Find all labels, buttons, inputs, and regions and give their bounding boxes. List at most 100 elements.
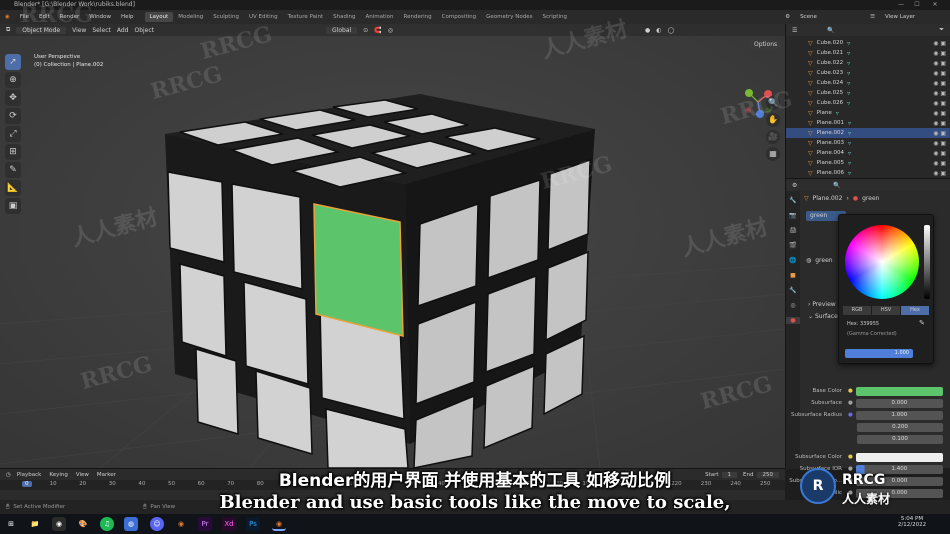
folder-icon[interactable]: 📁: [28, 517, 42, 531]
outliner-item[interactable]: ▽ Cube.021 ▿ ◉ ▣: [786, 48, 950, 58]
scale-tool-icon[interactable]: ⤢: [5, 126, 21, 142]
visibility-eye-icon[interactable]: ◉ ▣: [933, 40, 946, 47]
subsurface-radius-y-field[interactable]: 0.200: [857, 422, 943, 432]
outliner-item[interactable]: ▽ Cube.025 ▿ ◉ ▣: [786, 88, 950, 98]
outliner-item[interactable]: ▽ Plane ▿ ◉ ▣: [786, 108, 950, 118]
outliner-search-icon[interactable]: 🔍: [827, 27, 834, 34]
visibility-eye-icon[interactable]: ◉ ▣: [933, 160, 946, 167]
blender-logo-icon[interactable]: ◉: [0, 14, 15, 20]
outliner-item[interactable]: ▽ Cube.024 ▿ ◉ ▣: [786, 78, 950, 88]
outliner-item[interactable]: ▽ Cube.020 ▿ ◉ ▣: [786, 38, 950, 48]
snap-icon[interactable]: 🧲: [374, 27, 381, 34]
value-slider[interactable]: [924, 225, 930, 299]
physics-tab-icon[interactable]: ◎: [786, 302, 800, 309]
windows-start-icon[interactable]: ⊞: [4, 517, 18, 531]
outliner-item[interactable]: ▽ Plane.004 ▿ ◉ ▣: [786, 148, 950, 158]
chrome-icon[interactable]: ◉: [52, 517, 66, 531]
color-wheel[interactable]: [845, 225, 919, 299]
rotate-tool-icon[interactable]: ⟳: [5, 108, 21, 124]
xd-icon[interactable]: Xd: [222, 517, 236, 531]
visibility-eye-icon[interactable]: ◉ ▣: [933, 150, 946, 157]
subsurface-radius-x-field[interactable]: 1.000: [855, 410, 943, 420]
outliner-item[interactable]: ▽ Plane.003 ▿ ◉ ▣: [786, 138, 950, 148]
paint-icon[interactable]: 🎨: [76, 517, 90, 531]
outliner-item[interactable]: ▽ Plane.001 ▿ ◉ ▣: [786, 118, 950, 128]
material-browse-icon[interactable]: ◍: [806, 257, 811, 264]
visibility-eye-icon[interactable]: ◉ ▣: [933, 170, 946, 177]
move-tool-icon[interactable]: ✥: [5, 90, 21, 106]
options-dropdown[interactable]: Options: [750, 40, 782, 49]
visibility-eye-icon[interactable]: ◉ ▣: [933, 90, 946, 97]
outliner-item-selected[interactable]: ▽ Plane.002 ▿ ◉ ▣: [786, 128, 950, 138]
visibility-eye-icon[interactable]: ◉ ▣: [933, 140, 946, 147]
object-tab-icon[interactable]: ■: [786, 272, 800, 279]
viewlayer-icon[interactable]: ☰: [865, 14, 880, 20]
output-tab-icon[interactable]: 🖨: [786, 227, 800, 234]
subsurface-color-swatch[interactable]: [855, 452, 943, 462]
camera-view-icon[interactable]: 🎥: [766, 130, 780, 144]
menu-help[interactable]: Help: [116, 14, 139, 20]
object-menu[interactable]: Object: [134, 27, 154, 34]
tab-layout[interactable]: Layout: [144, 12, 174, 22]
tab-rendering[interactable]: Rendering: [399, 12, 437, 22]
green-sticker-selected[interactable]: [313, 203, 404, 337]
rgb-tab[interactable]: RGB: [843, 306, 871, 315]
tab-modeling[interactable]: Modeling: [173, 12, 208, 22]
eyedropper-icon[interactable]: ✎: [919, 319, 925, 327]
tool-tab-icon[interactable]: 🔧: [786, 197, 800, 204]
shading-material-icon[interactable]: ◐: [656, 27, 661, 34]
perspective-toggle-icon[interactable]: ▦: [766, 147, 780, 161]
material-tab-icon[interactable]: ●: [786, 317, 800, 324]
browser-icon[interactable]: ◍: [124, 517, 138, 531]
outliner-item[interactable]: ▽ Plane.005 ▿ ◉ ▣: [786, 158, 950, 168]
spotify-icon[interactable]: ♫: [100, 517, 114, 531]
outliner-item[interactable]: ▽ Cube.026 ▿ ◉ ▣: [786, 98, 950, 108]
pivot-icon[interactable]: ⊙: [363, 27, 368, 34]
outliner-editor-icon[interactable]: ☰: [792, 27, 797, 34]
visibility-eye-icon[interactable]: ◉ ▣: [933, 130, 946, 137]
blender-icon[interactable]: ◉: [174, 517, 188, 531]
outliner-item[interactable]: ▽ Cube.022 ▿ ◉ ▣: [786, 58, 950, 68]
hex-tab[interactable]: Hex: [901, 306, 929, 315]
outliner-filter-icon[interactable]: ⏷: [939, 26, 944, 34]
visibility-eye-icon[interactable]: ◉ ▣: [933, 110, 946, 117]
scene-icon[interactable]: ⚙: [780, 14, 795, 20]
world-tab-icon[interactable]: 🌐: [786, 257, 800, 264]
photoshop-icon[interactable]: Ps: [246, 517, 260, 531]
transform-tool-icon[interactable]: ⊞: [5, 144, 21, 160]
shading-rendered-icon[interactable]: ◯: [667, 27, 674, 34]
tab-animation[interactable]: Animation: [360, 12, 398, 22]
premiere-icon[interactable]: Pr: [198, 517, 212, 531]
tab-scripting[interactable]: Scripting: [538, 12, 572, 22]
tab-compositing[interactable]: Compositing: [437, 12, 481, 22]
add-cube-tool-icon[interactable]: ▣: [5, 198, 21, 214]
outliner-item[interactable]: ▽ Cube.023 ▿ ◉ ▣: [786, 68, 950, 78]
3d-viewport[interactable]: [0, 24, 785, 468]
value-field[interactable]: 1.000: [845, 349, 913, 358]
outliner-item[interactable]: ▽ Plane.006 ▿ ◉ ▣: [786, 168, 950, 178]
scene-selector[interactable]: Scene: [795, 14, 865, 20]
tab-uv-editing[interactable]: UV Editing: [244, 12, 283, 22]
render-tab-icon[interactable]: 📷: [786, 212, 800, 219]
annotate-tool-icon[interactable]: ✎: [5, 162, 21, 178]
minimize-button[interactable]: —: [894, 0, 908, 10]
tab-geometry-nodes[interactable]: Geometry Nodes: [481, 12, 537, 22]
tab-shading[interactable]: Shading: [328, 12, 360, 22]
close-button[interactable]: ✕: [928, 0, 942, 10]
preview-panel-header[interactable]: › Preview: [808, 301, 836, 308]
blender-active-icon[interactable]: ◉: [272, 517, 286, 531]
select-menu[interactable]: Select: [92, 27, 111, 34]
base-color-swatch[interactable]: [855, 386, 943, 396]
discord-icon[interactable]: ☺: [150, 517, 164, 531]
tab-texture-paint[interactable]: Texture Paint: [283, 12, 329, 22]
visibility-eye-icon[interactable]: ◉ ▣: [933, 120, 946, 127]
transform-orientation-selector[interactable]: Global: [326, 26, 358, 34]
visibility-eye-icon[interactable]: ◉ ▣: [933, 70, 946, 77]
taskbar-clock[interactable]: 5:04 PM 2/12/2022: [892, 516, 932, 528]
editor-type-icon[interactable]: ⧉: [6, 26, 10, 34]
visibility-eye-icon[interactable]: ◉ ▣: [933, 80, 946, 87]
subsurface-field[interactable]: 0.000: [855, 398, 943, 408]
material-selector[interactable]: ◍ green: [806, 257, 833, 264]
properties-editor-icon[interactable]: ⚙: [792, 182, 797, 189]
properties-search-icon[interactable]: 🔍: [833, 182, 840, 189]
